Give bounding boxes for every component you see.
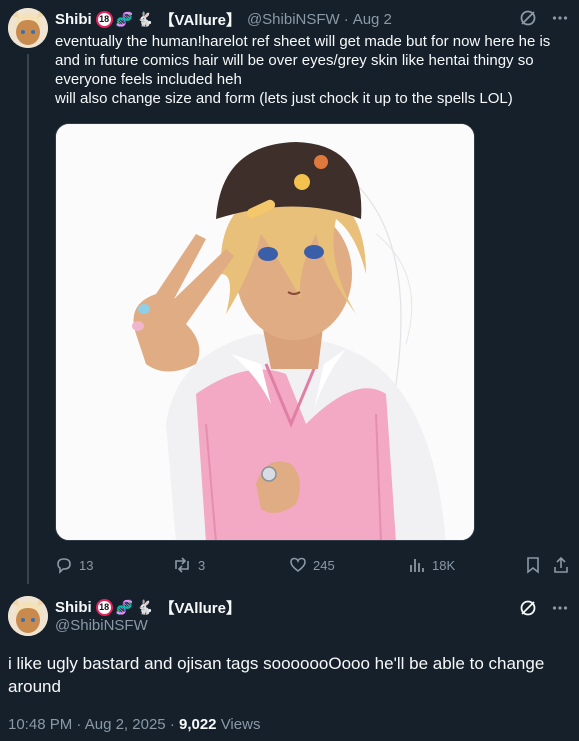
avatar[interactable] xyxy=(8,596,48,636)
share-button[interactable] xyxy=(552,556,570,574)
name-tag: 【VAllure】 xyxy=(159,11,241,29)
analytics-icon xyxy=(408,556,426,574)
reply-icon xyxy=(55,556,73,574)
display-name[interactable]: Shibi xyxy=(55,599,92,616)
retweet-button[interactable]: 3 xyxy=(172,556,205,574)
tweet-text: i like ugly bastard and ojisan tags sooo… xyxy=(8,654,545,696)
tweet-text: eventually the human!harelot ref sheet w… xyxy=(55,33,551,107)
dna-emoji: 🧬 xyxy=(115,11,134,27)
tweet-header: Shibi 18 🧬 🐇 【VAllure】 @ShibiNSFW xyxy=(55,597,569,635)
retweet-count: 3 xyxy=(198,557,206,573)
share-icon xyxy=(552,556,570,574)
like-count: 245 xyxy=(313,557,335,573)
bookmark-button[interactable] xyxy=(525,556,541,574)
like-button[interactable]: 245 xyxy=(289,556,335,574)
tweet-date[interactable]: Aug 2 xyxy=(353,11,392,28)
separator: · xyxy=(169,716,175,733)
heart-icon xyxy=(289,556,307,574)
tweet-meta: 10:48 PM · Aug 2, 2025 · 9,022 Views xyxy=(8,716,260,733)
rabbit-emoji: 🐇 xyxy=(136,11,154,27)
display-name[interactable]: Shibi xyxy=(55,11,92,28)
tweet-actions: 13 3 245 18K xyxy=(55,555,570,575)
views-button[interactable]: 18K xyxy=(408,556,455,574)
views-count: 9,022 xyxy=(178,716,217,733)
grok-icon[interactable] xyxy=(519,599,537,617)
more-icon[interactable] xyxy=(551,9,569,27)
separator: · xyxy=(76,716,82,733)
dna-emoji: 🧬 xyxy=(115,599,134,615)
age-badge: 18 xyxy=(95,10,113,28)
grok-icon[interactable] xyxy=(519,9,537,27)
reply-count: 13 xyxy=(79,557,94,573)
tweet-header: Shibi 18 🧬 🐇 【VAllure】 @ShibiNSFW · Aug … xyxy=(55,9,569,29)
views-label: Views xyxy=(220,716,261,733)
age-badge: 18 xyxy=(95,598,113,616)
tweet-time[interactable]: 10:48 PM xyxy=(8,716,72,733)
handle[interactable]: @ShibiNSFW xyxy=(55,617,569,635)
separator: · xyxy=(343,10,349,28)
bookmark-icon xyxy=(525,556,541,574)
thread-line xyxy=(27,54,29,584)
more-icon[interactable] xyxy=(551,599,569,617)
retweet-icon xyxy=(172,556,192,574)
rabbit-emoji: 🐇 xyxy=(136,599,154,615)
name-tag: 【VAllure】 xyxy=(159,599,241,617)
tweet-date[interactable]: Aug 2, 2025 xyxy=(85,716,166,733)
views-count: 18K xyxy=(432,557,456,573)
reply-button[interactable]: 13 xyxy=(55,556,93,574)
tweet-image[interactable] xyxy=(55,123,475,541)
avatar[interactable] xyxy=(8,8,48,48)
handle[interactable]: @ShibiNSFW xyxy=(247,11,340,28)
